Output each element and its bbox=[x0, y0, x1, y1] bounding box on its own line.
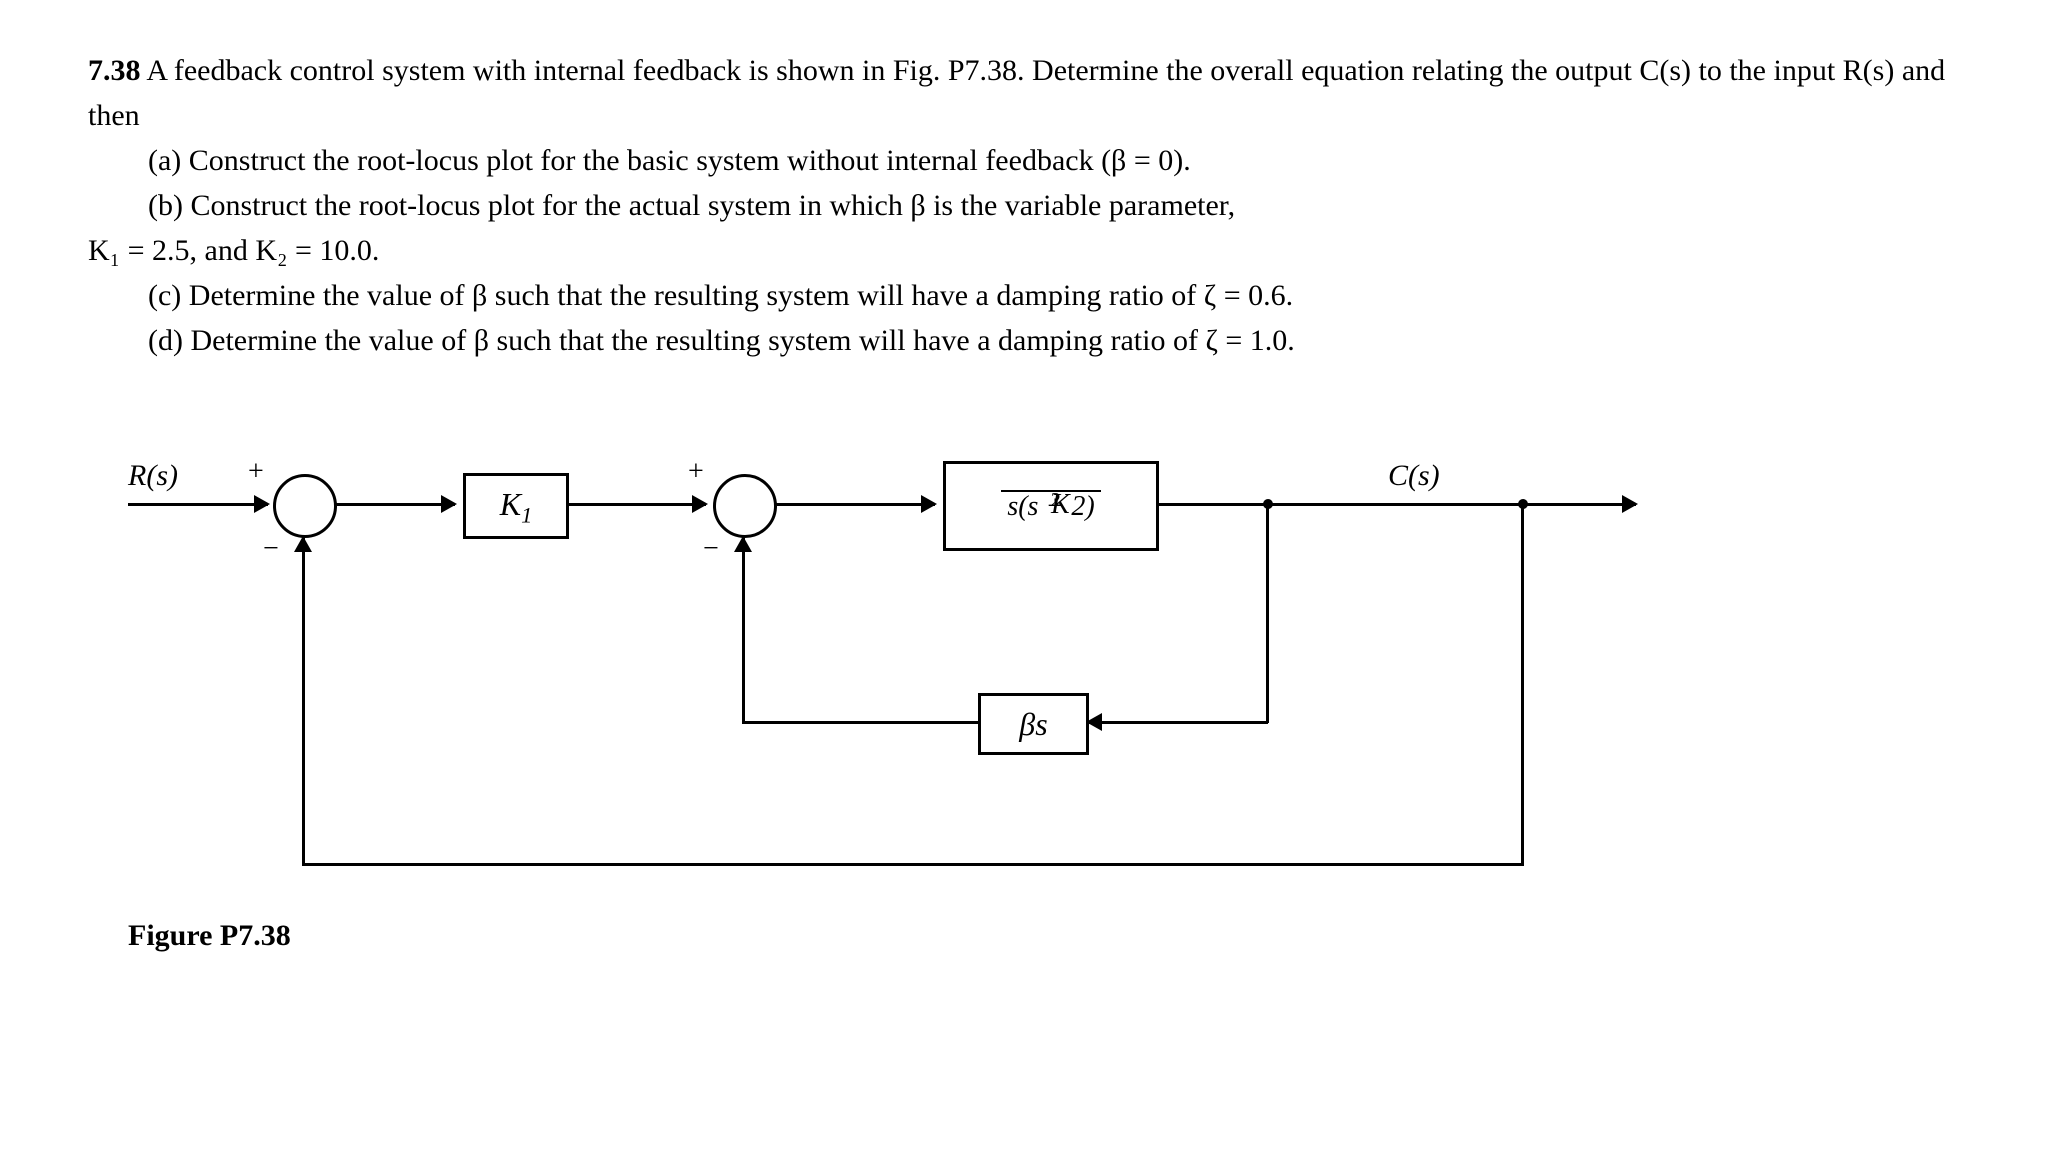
problem-text: 7.38 A feedback control system with inte… bbox=[88, 48, 1958, 363]
part-a: (a) Construct the root-locus plot for th… bbox=[148, 138, 1958, 183]
problem-intro: 7.38 A feedback control system with inte… bbox=[88, 48, 1958, 138]
summing-junction-2 bbox=[713, 474, 777, 538]
wire-outer-down bbox=[1521, 506, 1524, 866]
wire-inner-left bbox=[1088, 721, 1268, 724]
sum1-plus: + bbox=[248, 451, 264, 493]
intro-text: A feedback control system with internal … bbox=[88, 54, 1945, 132]
figure-caption: Figure P7.38 bbox=[128, 913, 291, 958]
wire-inner-down bbox=[1266, 506, 1269, 723]
wire-k1-s2 bbox=[566, 503, 706, 506]
input-label: R(s) bbox=[128, 453, 178, 498]
wire-in bbox=[128, 503, 268, 506]
part-c: (c) Determine the value of β such that t… bbox=[148, 273, 1958, 318]
wire-beta-up bbox=[742, 538, 745, 723]
wire-outer-left bbox=[302, 863, 1524, 866]
problem-number: 7.38 bbox=[88, 54, 141, 87]
wire-s2-g bbox=[775, 503, 935, 506]
sum2-minus: − bbox=[703, 528, 719, 570]
part-b-cont: K₁ = 2.5, and K₂ = 10.0. bbox=[88, 228, 1958, 273]
summing-junction-1 bbox=[273, 474, 337, 538]
output-label: C(s) bbox=[1388, 453, 1440, 498]
wire-s1-k1 bbox=[335, 503, 455, 506]
k1-block: K1 bbox=[463, 473, 569, 539]
wire-out bbox=[1156, 503, 1636, 506]
block-diagram: R(s) + − K1 + − K2 s(s + 2) C(s) βs bbox=[128, 443, 1728, 963]
wire-outer-up bbox=[302, 538, 305, 866]
sum1-minus: − bbox=[263, 528, 279, 570]
wire-beta-left bbox=[742, 721, 980, 724]
part-b: (b) Construct the root-locus plot for th… bbox=[148, 183, 1958, 228]
part-d: (d) Determine the value of β such that t… bbox=[148, 318, 1958, 363]
sum2-plus: + bbox=[688, 451, 704, 493]
beta-block: βs bbox=[978, 693, 1089, 755]
plant-block: K2 s(s + 2) bbox=[943, 461, 1159, 551]
